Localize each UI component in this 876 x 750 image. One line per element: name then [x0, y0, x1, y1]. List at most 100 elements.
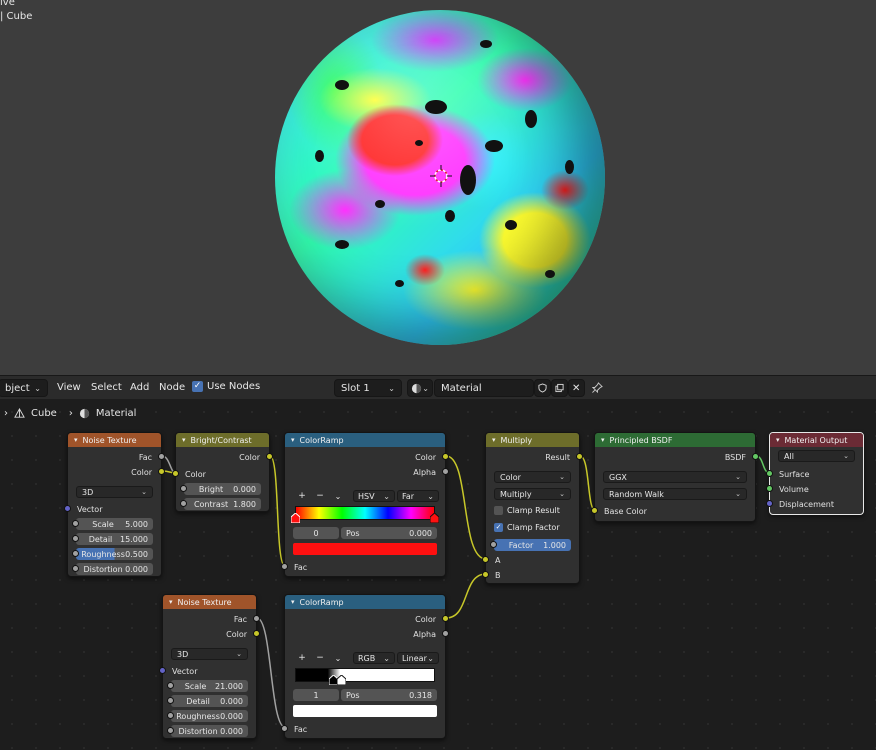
input-socket[interactable] — [766, 485, 773, 492]
dimensions-dropdown[interactable]: 3D ⌄ — [171, 648, 248, 660]
data-type-dropdown[interactable]: Color ⌄ — [494, 471, 571, 483]
node-header[interactable]: ▾ Principled BSDF — [595, 433, 755, 447]
distortion-field[interactable]: Distortion 0.000 — [167, 725, 248, 737]
active-stop-index[interactable]: 1 — [293, 689, 339, 701]
node-header[interactable]: ▾ Noise Texture — [68, 433, 161, 447]
stop-position-field[interactable]: Pos 0.000 — [341, 527, 437, 539]
input-socket[interactable] — [482, 571, 489, 578]
detail-field[interactable]: Detail 0.000 — [167, 695, 248, 707]
add-stop-button[interactable]: + — [293, 491, 311, 501]
detail-field[interactable]: Detail 15.000 — [72, 533, 153, 545]
output-socket[interactable] — [253, 630, 260, 637]
chevron-down-icon[interactable]: ▾ — [291, 436, 295, 444]
node-material-output[interactable]: ▾ Material Output All ⌄ Surface Volume Dis… — [766, 432, 864, 515]
stop-color-swatch[interactable] — [293, 705, 437, 717]
ramp-stop-handle[interactable] — [291, 513, 300, 523]
node-color-ramp-2[interactable]: ▾ ColorRamp Color Alpha + − ⌄ RGB ⌄ Linear… — [281, 594, 449, 739]
factor-field[interactable]: Factor 1.000 — [490, 539, 571, 551]
output-socket[interactable] — [266, 453, 273, 460]
ramp-stop-handle[interactable] — [430, 513, 439, 523]
clamp-result-checkbox[interactable]: Clamp Result — [494, 506, 560, 515]
remove-stop-button[interactable]: − — [311, 491, 329, 501]
output-socket[interactable] — [158, 453, 165, 460]
output-socket[interactable] — [442, 630, 449, 637]
input-socket[interactable] — [64, 505, 71, 512]
input-socket[interactable] — [167, 727, 174, 734]
input-socket[interactable] — [167, 697, 174, 704]
remove-stop-button[interactable]: − — [311, 653, 329, 663]
blend-mode-dropdown[interactable]: Multiply ⌄ — [494, 488, 571, 500]
contrast-field[interactable]: Contrast 1.800 — [180, 498, 261, 510]
chevron-down-icon[interactable]: ▾ — [776, 436, 780, 444]
node-header[interactable]: ▾ ColorRamp — [285, 595, 445, 609]
stop-position-field[interactable]: Pos 0.318 — [341, 689, 437, 701]
output-socket[interactable] — [576, 453, 583, 460]
output-color: Color — [176, 451, 273, 463]
output-socket[interactable] — [158, 468, 165, 475]
color-ramp-bar[interactable] — [295, 506, 435, 520]
scale-field[interactable]: Scale 21.000 — [167, 680, 248, 692]
input-socket[interactable] — [159, 667, 166, 674]
node-color-ramp-1[interactable]: ▾ ColorRamp Color Alpha + − ⌄ HSV ⌄ Far ⌄ 0… — [281, 432, 449, 577]
chevron-down-icon[interactable]: ⌄ — [329, 654, 347, 663]
color-mode-dropdown[interactable]: RGB ⌄ — [353, 652, 395, 664]
node-principled-bsdf[interactable]: ▾ Principled BSDF BSDF GGX ⌄ Random Walk ⌄ … — [591, 432, 759, 522]
ramp-stop-handle[interactable] — [337, 675, 346, 685]
clamp-factor-checkbox[interactable]: ✓ Clamp Factor — [494, 523, 560, 532]
input-socket[interactable] — [167, 712, 174, 719]
input-socket[interactable] — [281, 725, 288, 732]
chevron-down-icon[interactable]: ▾ — [492, 436, 496, 444]
add-stop-button[interactable]: + — [293, 653, 311, 663]
input-socket[interactable] — [281, 563, 288, 570]
scale-field[interactable]: Scale 5.000 — [72, 518, 153, 530]
roughness-field[interactable]: Roughness 0.500 — [72, 548, 153, 560]
chevron-down-icon[interactable]: ▾ — [74, 436, 78, 444]
chevron-down-icon[interactable]: ⌄ — [329, 492, 347, 501]
node-header[interactable]: ▾ Noise Texture — [163, 595, 256, 609]
node-header[interactable]: ▾ ColorRamp — [285, 433, 445, 447]
roughness-field[interactable]: Roughness 0.000 — [167, 710, 248, 722]
hue-interp-dropdown[interactable]: Far ⌄ — [397, 490, 439, 502]
distortion-field[interactable]: Distortion 0.000 — [72, 563, 153, 575]
node-noise-texture-2[interactable]: ▾ Noise Texture Fac Color 3D ⌄ Vector Scal… — [159, 594, 260, 739]
input-socket[interactable] — [180, 500, 187, 507]
input-socket[interactable] — [482, 556, 489, 563]
bright-field[interactable]: Bright 0.000 — [180, 483, 261, 495]
chevron-down-icon[interactable]: ▾ — [169, 598, 173, 606]
input-socket[interactable] — [180, 485, 187, 492]
node-noise-texture-1[interactable]: ▾ Noise Texture Fac Color 3D ⌄ Vector Scal… — [64, 432, 165, 577]
input-socket[interactable] — [167, 682, 174, 689]
input-socket[interactable] — [591, 507, 598, 514]
input-socket[interactable] — [72, 565, 79, 572]
output-socket[interactable] — [442, 453, 449, 460]
field-label: Detail — [88, 534, 113, 544]
subsurface-method-dropdown[interactable]: Random Walk ⌄ — [603, 488, 747, 500]
output-socket[interactable] — [442, 615, 449, 622]
node-bright-contrast[interactable]: ▾ Bright/Contrast Color Color Bright 0.000… — [172, 432, 273, 512]
color-ramp-bar[interactable] — [295, 668, 435, 682]
output-socket[interactable] — [442, 468, 449, 475]
input-socket[interactable] — [72, 535, 79, 542]
input-socket[interactable] — [172, 470, 179, 477]
active-stop-index[interactable]: 0 — [293, 527, 339, 539]
output-socket[interactable] — [752, 453, 759, 460]
input-socket[interactable] — [72, 520, 79, 527]
render-target-dropdown[interactable]: All ⌄ — [778, 450, 855, 462]
input-socket[interactable] — [766, 500, 773, 507]
node-header[interactable]: ▾ Material Output — [770, 433, 863, 447]
input-socket[interactable] — [490, 541, 497, 548]
chevron-down-icon[interactable]: ▾ — [601, 436, 605, 444]
color-mode-dropdown[interactable]: HSV ⌄ — [353, 490, 395, 502]
node-header[interactable]: ▾ Multiply — [486, 433, 579, 447]
node-header[interactable]: ▾ Bright/Contrast — [176, 433, 269, 447]
stop-color-swatch[interactable] — [293, 543, 437, 555]
dimensions-dropdown[interactable]: 3D ⌄ — [76, 486, 153, 498]
node-multiply[interactable]: ▾ Multiply Result Color ⌄ Multiply ⌄ Clamp … — [482, 432, 583, 584]
chevron-down-icon[interactable]: ▾ — [291, 598, 295, 606]
output-socket[interactable] — [253, 615, 260, 622]
distribution-dropdown[interactable]: GGX ⌄ — [603, 471, 747, 483]
chevron-down-icon[interactable]: ▾ — [182, 436, 186, 444]
interpolation-dropdown[interactable]: Linear ⌄ — [397, 652, 439, 664]
input-socket[interactable] — [72, 550, 79, 557]
input-socket[interactable] — [766, 470, 773, 477]
